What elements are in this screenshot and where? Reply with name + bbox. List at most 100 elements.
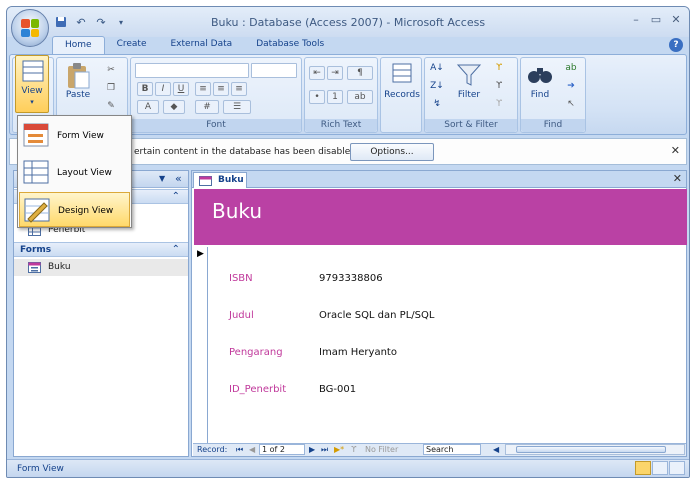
- field-label-pengarang: Pengarang: [229, 347, 283, 358]
- find-label: Find: [530, 90, 550, 100]
- search-input[interactable]: Search: [423, 444, 481, 455]
- bold-icon[interactable]: B: [137, 82, 153, 96]
- last-record-icon[interactable]: ⏭: [321, 445, 328, 455]
- form-title: Buku: [212, 199, 263, 223]
- menu-item-form-view[interactable]: Form View: [19, 118, 130, 153]
- section-collapse-icon: ⌃: [171, 244, 180, 255]
- office-button[interactable]: [11, 9, 49, 47]
- copy-icon[interactable]: ❐: [103, 82, 119, 96]
- close-document-icon[interactable]: ✕: [673, 172, 682, 185]
- clear-sort-icon[interactable]: ↯: [429, 98, 445, 112]
- design-view-status-icon[interactable]: [669, 461, 685, 475]
- field-label-id-penerbit: ID_Penerbit: [229, 384, 287, 395]
- align-center-icon[interactable]: ≡: [213, 82, 229, 96]
- sort-ascending-icon[interactable]: A↓: [429, 62, 445, 76]
- numbering-icon[interactable]: 1: [327, 90, 343, 104]
- sort-descending-icon[interactable]: Z↓: [429, 80, 445, 94]
- funnel-icon: [456, 62, 482, 88]
- filter-button[interactable]: Filter: [451, 62, 487, 100]
- record-label: Record:: [197, 445, 228, 454]
- design-view-icon: [24, 197, 51, 223]
- advanced-filter-icon[interactable]: ϒ: [491, 80, 507, 94]
- horizontal-scrollbar[interactable]: [505, 444, 685, 455]
- tab-create[interactable]: Create: [105, 36, 159, 55]
- tab-buku[interactable]: Buku: [193, 172, 247, 188]
- records-group: Records: [380, 57, 422, 133]
- next-record-icon[interactable]: ▶: [309, 445, 315, 454]
- form-icon: [28, 262, 41, 273]
- current-record-icon: ▶: [197, 249, 204, 259]
- rich-text-group-label: Rich Text: [305, 119, 377, 132]
- previous-record-icon[interactable]: ◀: [249, 445, 255, 454]
- select-icon[interactable]: ↖: [563, 98, 579, 112]
- collapse-pane-icon[interactable]: «: [175, 172, 182, 185]
- form-view-status-icon[interactable]: [635, 461, 651, 475]
- gridlines-icon[interactable]: #: [195, 100, 219, 114]
- document-tab-bar: Buku ✕: [192, 171, 686, 188]
- filter-status[interactable]: No Filter: [365, 445, 398, 454]
- records-button[interactable]: Records: [383, 62, 421, 100]
- go-to-icon[interactable]: ➔: [563, 80, 579, 94]
- field-value-id-penerbit[interactable]: BG-001: [319, 384, 356, 395]
- scroll-left-icon[interactable]: ◀: [493, 445, 499, 454]
- field-value-judul[interactable]: Oracle SQL dan PL/SQL: [319, 310, 434, 321]
- underline-icon[interactable]: U: [173, 82, 189, 96]
- align-left-icon[interactable]: ≡: [195, 82, 211, 96]
- first-record-icon[interactable]: ⏮: [236, 445, 243, 455]
- find-group: Find ab ➔ ↖ Find: [520, 57, 586, 133]
- form-view-icon: [23, 122, 50, 148]
- chevron-down-icon[interactable]: ▼: [159, 174, 165, 183]
- field-value-pengarang[interactable]: Imam Heryanto: [319, 347, 397, 358]
- new-record-icon[interactable]: ▶*: [334, 445, 344, 454]
- increase-indent-icon[interactable]: ⇥: [327, 66, 343, 80]
- selection-filter-icon[interactable]: ϒ: [491, 62, 507, 76]
- security-message: ertain content in the database has been …: [134, 147, 356, 157]
- toggle-filter-icon[interactable]: ϒ: [491, 98, 507, 112]
- decrease-indent-icon[interactable]: ⇤: [309, 66, 325, 80]
- field-value-isbn[interactable]: 9793338806: [319, 273, 383, 284]
- help-icon[interactable]: ?: [669, 38, 683, 52]
- fill-color-icon[interactable]: ◆: [163, 100, 185, 114]
- font-name-field[interactable]: [135, 63, 249, 78]
- tab-home[interactable]: Home: [52, 36, 105, 55]
- italic-icon[interactable]: I: [155, 82, 171, 96]
- maximize-button[interactable]: ▭: [647, 11, 665, 29]
- menu-item-layout-view[interactable]: Layout View: [19, 155, 130, 190]
- cut-icon[interactable]: ✂: [103, 64, 119, 78]
- paste-button[interactable]: Paste: [63, 62, 93, 100]
- find-button[interactable]: Find: [523, 62, 557, 100]
- tab-external-data[interactable]: External Data: [158, 36, 244, 55]
- close-icon[interactable]: ✕: [671, 144, 680, 157]
- font-group-label: Font: [131, 119, 301, 132]
- current-record-field[interactable]: 1 of 2: [259, 444, 305, 455]
- record-selector[interactable]: ▶: [194, 247, 208, 443]
- minimize-button[interactable]: –: [627, 11, 645, 29]
- layout-view-icon: [23, 159, 50, 185]
- menu-item-design-view[interactable]: Design View: [19, 192, 130, 227]
- paste-label: Paste: [65, 90, 91, 100]
- text-direction-icon[interactable]: ¶: [347, 66, 373, 80]
- format-painter-icon[interactable]: ✎: [103, 100, 119, 114]
- menu-item-label: Form View: [57, 131, 104, 141]
- close-button[interactable]: ✕: [667, 11, 685, 29]
- nav-item-buku[interactable]: Buku: [14, 259, 188, 276]
- alternate-fill-icon[interactable]: ☰: [223, 100, 251, 114]
- nav-item-label: Buku: [48, 262, 71, 272]
- bullets-icon[interactable]: •: [309, 90, 325, 104]
- view-button[interactable]: View ▾: [15, 55, 49, 113]
- rich-text-group: ⇤ ⇥ ¶ • 1 ab Rich Text: [304, 57, 378, 133]
- align-right-icon[interactable]: ≡: [231, 82, 247, 96]
- window-title: Buku : Database (Access 2007) - Microsof…: [210, 16, 486, 29]
- layout-view-status-icon[interactable]: [652, 461, 668, 475]
- highlight-icon[interactable]: ab: [347, 90, 373, 104]
- replace-icon[interactable]: ab: [563, 62, 579, 76]
- nav-section-forms[interactable]: Forms ⌃: [14, 242, 188, 257]
- font-size-field[interactable]: [251, 63, 297, 78]
- options-button[interactable]: Options...: [350, 143, 434, 161]
- field-label-judul: Judul: [229, 310, 254, 321]
- records-label: Records: [384, 90, 420, 100]
- nav-section-label: Forms: [20, 245, 52, 255]
- font-color-icon[interactable]: A: [137, 100, 159, 114]
- form-icon: [199, 176, 212, 186]
- tab-database-tools[interactable]: Database Tools: [244, 36, 336, 55]
